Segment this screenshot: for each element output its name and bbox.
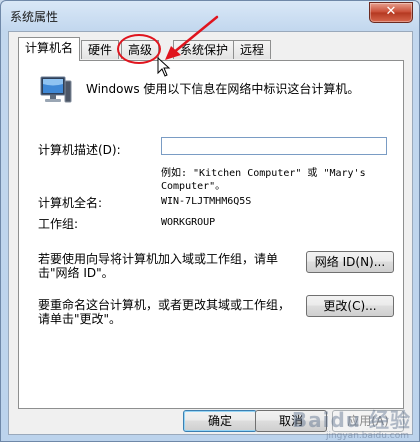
example-text-line2: Computer"。 xyxy=(161,181,226,192)
fullname-value: WIN-7LJTMHM6Q5S xyxy=(161,196,252,207)
computer-description-input[interactable] xyxy=(161,137,387,155)
tab-label: 远程 xyxy=(240,43,265,57)
tab-label: 硬件 xyxy=(88,43,113,57)
computer-icon xyxy=(40,76,72,103)
close-button[interactable]: ✕ xyxy=(369,2,413,23)
close-icon: ✕ xyxy=(385,4,397,19)
description-label: 计算机描述(D): xyxy=(38,143,121,157)
intro-text: Windows 使用以下信息在网络中标识这台计算机。 xyxy=(86,82,360,96)
ok-button[interactable]: 确定 xyxy=(183,410,257,432)
system-properties-window: 系统属性 ✕ 计算机名 硬件 高级 系统保护 远程 Windows 使用以下信息… xyxy=(0,0,420,442)
workgroup-label: 工作组: xyxy=(38,217,79,231)
tab-remote[interactable]: 远程 xyxy=(233,40,272,59)
watermark-url: jingyan.baidu.com xyxy=(325,431,409,441)
rename-text-line2: 请单击"更改"。 xyxy=(38,312,122,326)
tab-computer-name[interactable]: 计算机名 xyxy=(18,37,81,61)
computer-name-panel: Windows 使用以下信息在网络中标识这台计算机。 计算机描述(D): 例如:… xyxy=(18,60,404,409)
workgroup-value: WORKGROUP xyxy=(161,217,216,228)
cursor-icon xyxy=(157,57,171,77)
network-id-button[interactable]: 网络 ID(N)... xyxy=(306,251,394,273)
window-title: 系统属性 xyxy=(10,10,59,24)
fullname-label: 计算机全名: xyxy=(38,196,103,210)
network-id-text-line2: 击"网络 ID"。 xyxy=(38,266,114,280)
watermark-logo: Baidu 经验 xyxy=(291,408,411,432)
dialog-client: 计算机名 硬件 高级 系统保护 远程 Windows 使用以下信息在网络中标识这… xyxy=(8,31,413,435)
change-button[interactable]: 更改(C)... xyxy=(306,295,394,317)
tab-hardware[interactable]: 硬件 xyxy=(81,40,120,59)
tab-label: 计算机名 xyxy=(25,41,74,55)
